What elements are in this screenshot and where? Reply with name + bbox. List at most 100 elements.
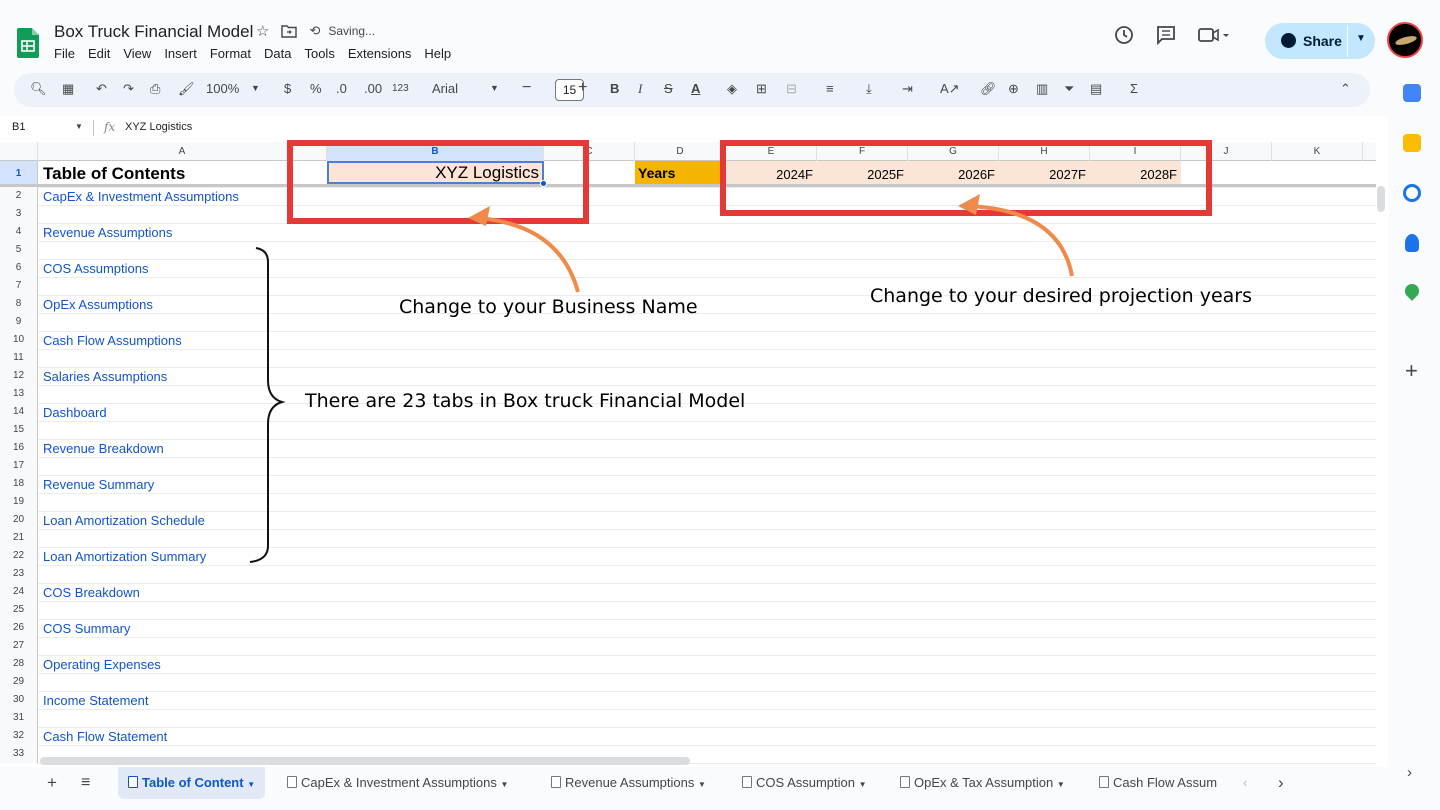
toc-link[interactable]: Revenue Summary bbox=[43, 477, 154, 492]
tab-opex-tax-assumption[interactable]: OpEx & Tax Assumption ▼ bbox=[900, 767, 1065, 799]
row-header[interactable]: 13 bbox=[0, 385, 38, 403]
row-header[interactable]: 29 bbox=[0, 673, 38, 691]
redo-icon[interactable]: ↷ bbox=[123, 81, 134, 97]
strikethrough-icon[interactable]: S bbox=[664, 81, 673, 96]
menu-tools[interactable]: Tools bbox=[304, 46, 334, 61]
toc-link[interactable]: Revenue Breakdown bbox=[43, 441, 164, 456]
get-addons-icon[interactable]: + bbox=[1405, 358, 1418, 384]
meet-video-icon[interactable] bbox=[1197, 24, 1231, 46]
row-header[interactable]: 10 bbox=[0, 331, 38, 349]
row-header[interactable]: 32 bbox=[0, 727, 38, 745]
menu-file[interactable]: File bbox=[54, 46, 75, 61]
row-header[interactable]: 23 bbox=[0, 565, 38, 583]
borders-icon[interactable]: ⊞ bbox=[756, 81, 767, 97]
decrease-font-size-icon[interactable]: − bbox=[522, 79, 531, 97]
vertical-scrollbar[interactable] bbox=[1377, 186, 1385, 212]
keep-app-icon[interactable] bbox=[1403, 134, 1421, 152]
toc-link[interactable]: Operating Expenses bbox=[43, 657, 161, 672]
toc-link[interactable]: Dashboard bbox=[43, 405, 107, 420]
tab-capex-investment[interactable]: CapEx & Investment Assumptions ▼ bbox=[287, 767, 508, 799]
menu-data[interactable]: Data bbox=[264, 46, 291, 61]
zoom-caret-icon[interactable]: ▼ bbox=[251, 83, 260, 93]
menu-view[interactable]: View bbox=[123, 46, 151, 61]
toc-link[interactable]: CapEx & Investment Assumptions bbox=[43, 189, 239, 204]
select-all-corner[interactable] bbox=[0, 142, 38, 161]
column-header-k[interactable]: K bbox=[1272, 142, 1363, 161]
row-header[interactable]: 17 bbox=[0, 457, 38, 475]
row-header[interactable]: 11 bbox=[0, 349, 38, 367]
row-header[interactable]: 31 bbox=[0, 709, 38, 727]
font-family-select[interactable]: Arial bbox=[432, 81, 458, 96]
row-header[interactable]: 21 bbox=[0, 529, 38, 547]
star-icon[interactable]: ☆ bbox=[256, 22, 269, 40]
row-header[interactable]: 27 bbox=[0, 637, 38, 655]
row-header[interactable]: 14 bbox=[0, 403, 38, 421]
contacts-app-icon[interactable] bbox=[1405, 234, 1419, 252]
toc-link[interactable]: Revenue Assumptions bbox=[43, 225, 172, 240]
sheet-grid[interactable]: A B C D E F G H I J K 1 2 3 4 5 6 7 8 9 10 11 12 13 1… bbox=[0, 140, 1388, 770]
tab-cash-flow-assumptions[interactable]: Cash Flow Assum bbox=[1099, 767, 1227, 799]
tab-caret-icon[interactable]: ▼ bbox=[247, 780, 255, 789]
tab-table-of-content[interactable]: Table of Content ▼ bbox=[118, 767, 266, 799]
calendar-app-icon[interactable] bbox=[1403, 84, 1421, 102]
name-box-caret-icon[interactable]: ▼ bbox=[75, 122, 83, 131]
zoom-select[interactable]: 100% bbox=[206, 81, 239, 96]
menu-help[interactable]: Help bbox=[424, 46, 451, 61]
sheets-logo-icon[interactable] bbox=[17, 28, 39, 58]
collapse-toolbar-icon[interactable]: ⌃ bbox=[1340, 81, 1351, 97]
tab-caret-icon[interactable]: ▼ bbox=[698, 780, 706, 789]
column-header-a[interactable]: A bbox=[38, 142, 327, 161]
filter-views-icon[interactable]: ▤ bbox=[1090, 81, 1102, 97]
functions-button[interactable]: Σ bbox=[1130, 81, 1138, 96]
row-header[interactable]: 4 bbox=[0, 223, 38, 241]
tab-caret-icon[interactable]: ▼ bbox=[1057, 780, 1065, 789]
menu-insert[interactable]: Insert bbox=[164, 46, 197, 61]
toc-link[interactable]: COS Summary bbox=[43, 621, 130, 636]
more-formats-button[interactable]: 123 bbox=[392, 83, 409, 94]
row-header[interactable]: 2 bbox=[0, 187, 38, 205]
toc-link[interactable]: Cash Flow Assumptions bbox=[43, 333, 182, 348]
maps-app-icon[interactable] bbox=[1402, 281, 1422, 301]
move-to-folder-icon[interactable] bbox=[281, 24, 298, 38]
toc-link[interactable]: Salaries Assumptions bbox=[43, 369, 167, 384]
toc-link[interactable]: Income Statement bbox=[43, 693, 149, 708]
decrease-decimal-button[interactable]: .0 bbox=[336, 81, 347, 96]
toc-link[interactable]: OpEx Assumptions bbox=[43, 297, 153, 312]
row-header[interactable]: 22 bbox=[0, 547, 38, 565]
row-header[interactable]: 12 bbox=[0, 367, 38, 385]
undo-icon[interactable]: ↶ bbox=[96, 81, 107, 97]
formula-input[interactable]: XYZ Logistics bbox=[125, 121, 192, 133]
text-rotation-icon[interactable]: A↗ bbox=[940, 81, 960, 97]
row-header[interactable]: 30 bbox=[0, 691, 38, 709]
scroll-tabs-left-icon[interactable]: ‹ bbox=[1243, 767, 1247, 799]
italic-button[interactable]: I bbox=[638, 81, 642, 97]
horizontal-scrollbar[interactable] bbox=[40, 757, 690, 765]
merge-cells-icon[interactable]: ⊟ bbox=[786, 81, 797, 97]
tab-revenue-assumptions[interactable]: Revenue Assumptions ▼ bbox=[551, 767, 706, 799]
name-box[interactable]: B1 bbox=[12, 121, 25, 133]
row-header[interactable]: 5 bbox=[0, 241, 38, 259]
toc-link[interactable]: COS Assumptions bbox=[43, 261, 149, 276]
row-header[interactable]: 33 bbox=[0, 745, 38, 763]
toc-link[interactable]: COS Breakdown bbox=[43, 585, 140, 600]
row-header[interactable]: 7 bbox=[0, 277, 38, 295]
comments-icon[interactable] bbox=[1155, 24, 1177, 46]
tasks-app-icon[interactable] bbox=[1403, 184, 1421, 202]
font-caret-icon[interactable]: ▼ bbox=[490, 83, 499, 93]
column-header-d[interactable]: D bbox=[635, 142, 726, 161]
row-header[interactable]: 24 bbox=[0, 583, 38, 601]
row-header[interactable]: 18 bbox=[0, 475, 38, 493]
horizontal-align-icon[interactable]: ≡ bbox=[826, 81, 834, 96]
fill-color-icon[interactable]: ◈ bbox=[727, 81, 737, 97]
row-header[interactable]: 3 bbox=[0, 205, 38, 223]
filter-icon[interactable]: ⏷ bbox=[1064, 81, 1074, 97]
insert-chart-icon[interactable]: ▥ bbox=[1036, 81, 1048, 97]
row-header[interactable]: 25 bbox=[0, 601, 38, 619]
toc-link[interactable]: Cash Flow Statement bbox=[43, 729, 167, 744]
insert-link-icon[interactable]: 🔗︎ bbox=[980, 81, 997, 97]
row-header[interactable]: 19 bbox=[0, 493, 38, 511]
text-color-icon[interactable]: A bbox=[691, 81, 700, 96]
document-title[interactable]: Box Truck Financial Model bbox=[54, 22, 253, 42]
menu-extensions[interactable]: Extensions bbox=[348, 46, 412, 61]
row-header[interactable]: 28 bbox=[0, 655, 38, 673]
